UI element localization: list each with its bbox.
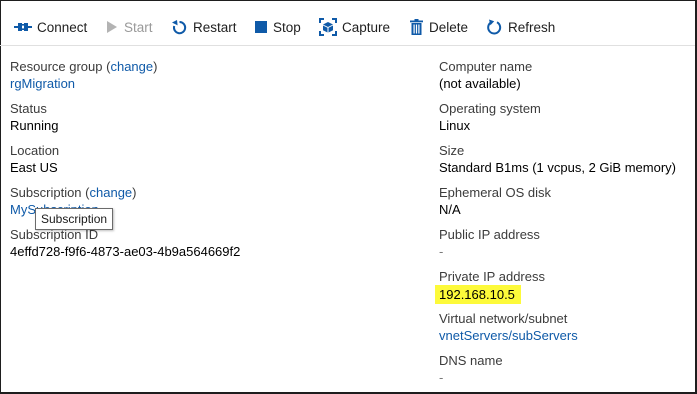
restart-button[interactable]: Restart <box>170 16 237 38</box>
resource-group-label: Resource group <box>10 59 103 74</box>
paren-close: ) <box>153 59 158 74</box>
delete-label: Delete <box>429 19 469 35</box>
command-toolbar: Connect Start Restart Stop Capture Delet… <box>0 0 695 46</box>
os-value: Linux <box>439 118 471 133</box>
restart-icon <box>170 18 188 36</box>
private-ip-value: 192.168.10.5 <box>435 285 521 304</box>
capture-label: Capture <box>342 19 391 35</box>
location-field: Location East US <box>10 143 59 176</box>
ephemeral-disk-label: Ephemeral OS disk <box>439 185 551 200</box>
ephemeral-disk-field: Ephemeral OS disk N/A <box>439 185 551 218</box>
os-field: Operating system Linux <box>439 101 541 134</box>
subscription-label: Subscription <box>10 185 82 200</box>
capture-button[interactable]: Capture <box>319 16 390 38</box>
refresh-button[interactable]: Refresh <box>485 16 555 38</box>
start-button[interactable]: Start <box>105 16 153 38</box>
computer-name-field: Computer name (not available) <box>439 59 532 92</box>
vnet-value-link[interactable]: vnetServers/subServers <box>439 328 578 344</box>
connect-button[interactable]: Connect <box>14 16 87 38</box>
public-ip-value: - <box>439 244 444 259</box>
computer-name-label: Computer name <box>439 59 533 74</box>
status-value: Running <box>10 118 59 133</box>
public-ip-label: Public IP address <box>439 227 540 242</box>
size-value: Standard B1ms (1 vcpus, 2 GiB memory) <box>439 160 676 175</box>
size-label: Size <box>439 143 465 158</box>
vnet-field: Virtual network/subnet vnetServers/subSe… <box>439 311 578 344</box>
status-field: Status Running <box>10 101 58 134</box>
subscription-tooltip: Subscription <box>35 208 113 230</box>
dns-field: DNS name - <box>439 353 503 386</box>
refresh-icon <box>485 18 503 36</box>
location-label: Location <box>10 143 60 158</box>
subscription-id-field: Subscription ID 4effd728-f9f6-4873-ae03-… <box>10 227 240 260</box>
play-icon <box>105 18 119 36</box>
size-field: Size Standard B1ms (1 vcpus, 2 GiB memor… <box>439 143 676 176</box>
delete-button[interactable]: Delete <box>409 16 468 38</box>
resource-group-value-link[interactable]: rgMigration <box>10 76 157 92</box>
capture-icon <box>319 18 337 36</box>
stop-button[interactable]: Stop <box>254 16 301 38</box>
computer-name-value: (not available) <box>439 76 521 91</box>
subscription-label-row: Subscription (change) <box>10 185 137 201</box>
paren-close: ) <box>132 185 137 200</box>
subscription-change-link[interactable]: change <box>90 185 133 200</box>
connect-label: Connect <box>37 19 88 35</box>
restart-label: Restart <box>193 19 237 35</box>
resource-group-change-link[interactable]: change <box>110 59 153 74</box>
dns-label: DNS name <box>439 353 503 368</box>
plug-icon <box>14 18 32 36</box>
vnet-label: Virtual network/subnet <box>439 311 568 326</box>
os-label: Operating system <box>439 101 541 116</box>
ephemeral-disk-value: N/A <box>439 202 461 217</box>
private-ip-label: Private IP address <box>439 269 545 284</box>
resource-group-field: Resource group (change) rgMigration <box>10 59 157 92</box>
location-value: East US <box>10 160 58 175</box>
start-label: Start <box>124 19 153 35</box>
refresh-label: Refresh <box>508 19 556 35</box>
resource-group-label-row: Resource group (change) <box>10 59 157 75</box>
trash-icon <box>409 18 424 36</box>
stop-label: Stop <box>273 19 301 35</box>
private-ip-field: Private IP address 192.168.10.5 <box>435 269 545 304</box>
dns-value: - <box>439 370 444 385</box>
public-ip-field: Public IP address - <box>439 227 540 260</box>
subscription-id-value: 4effd728-f9f6-4873-ae03-4b9a564669f2 <box>10 244 241 259</box>
stop-icon <box>254 18 268 36</box>
status-label: Status <box>10 101 47 116</box>
